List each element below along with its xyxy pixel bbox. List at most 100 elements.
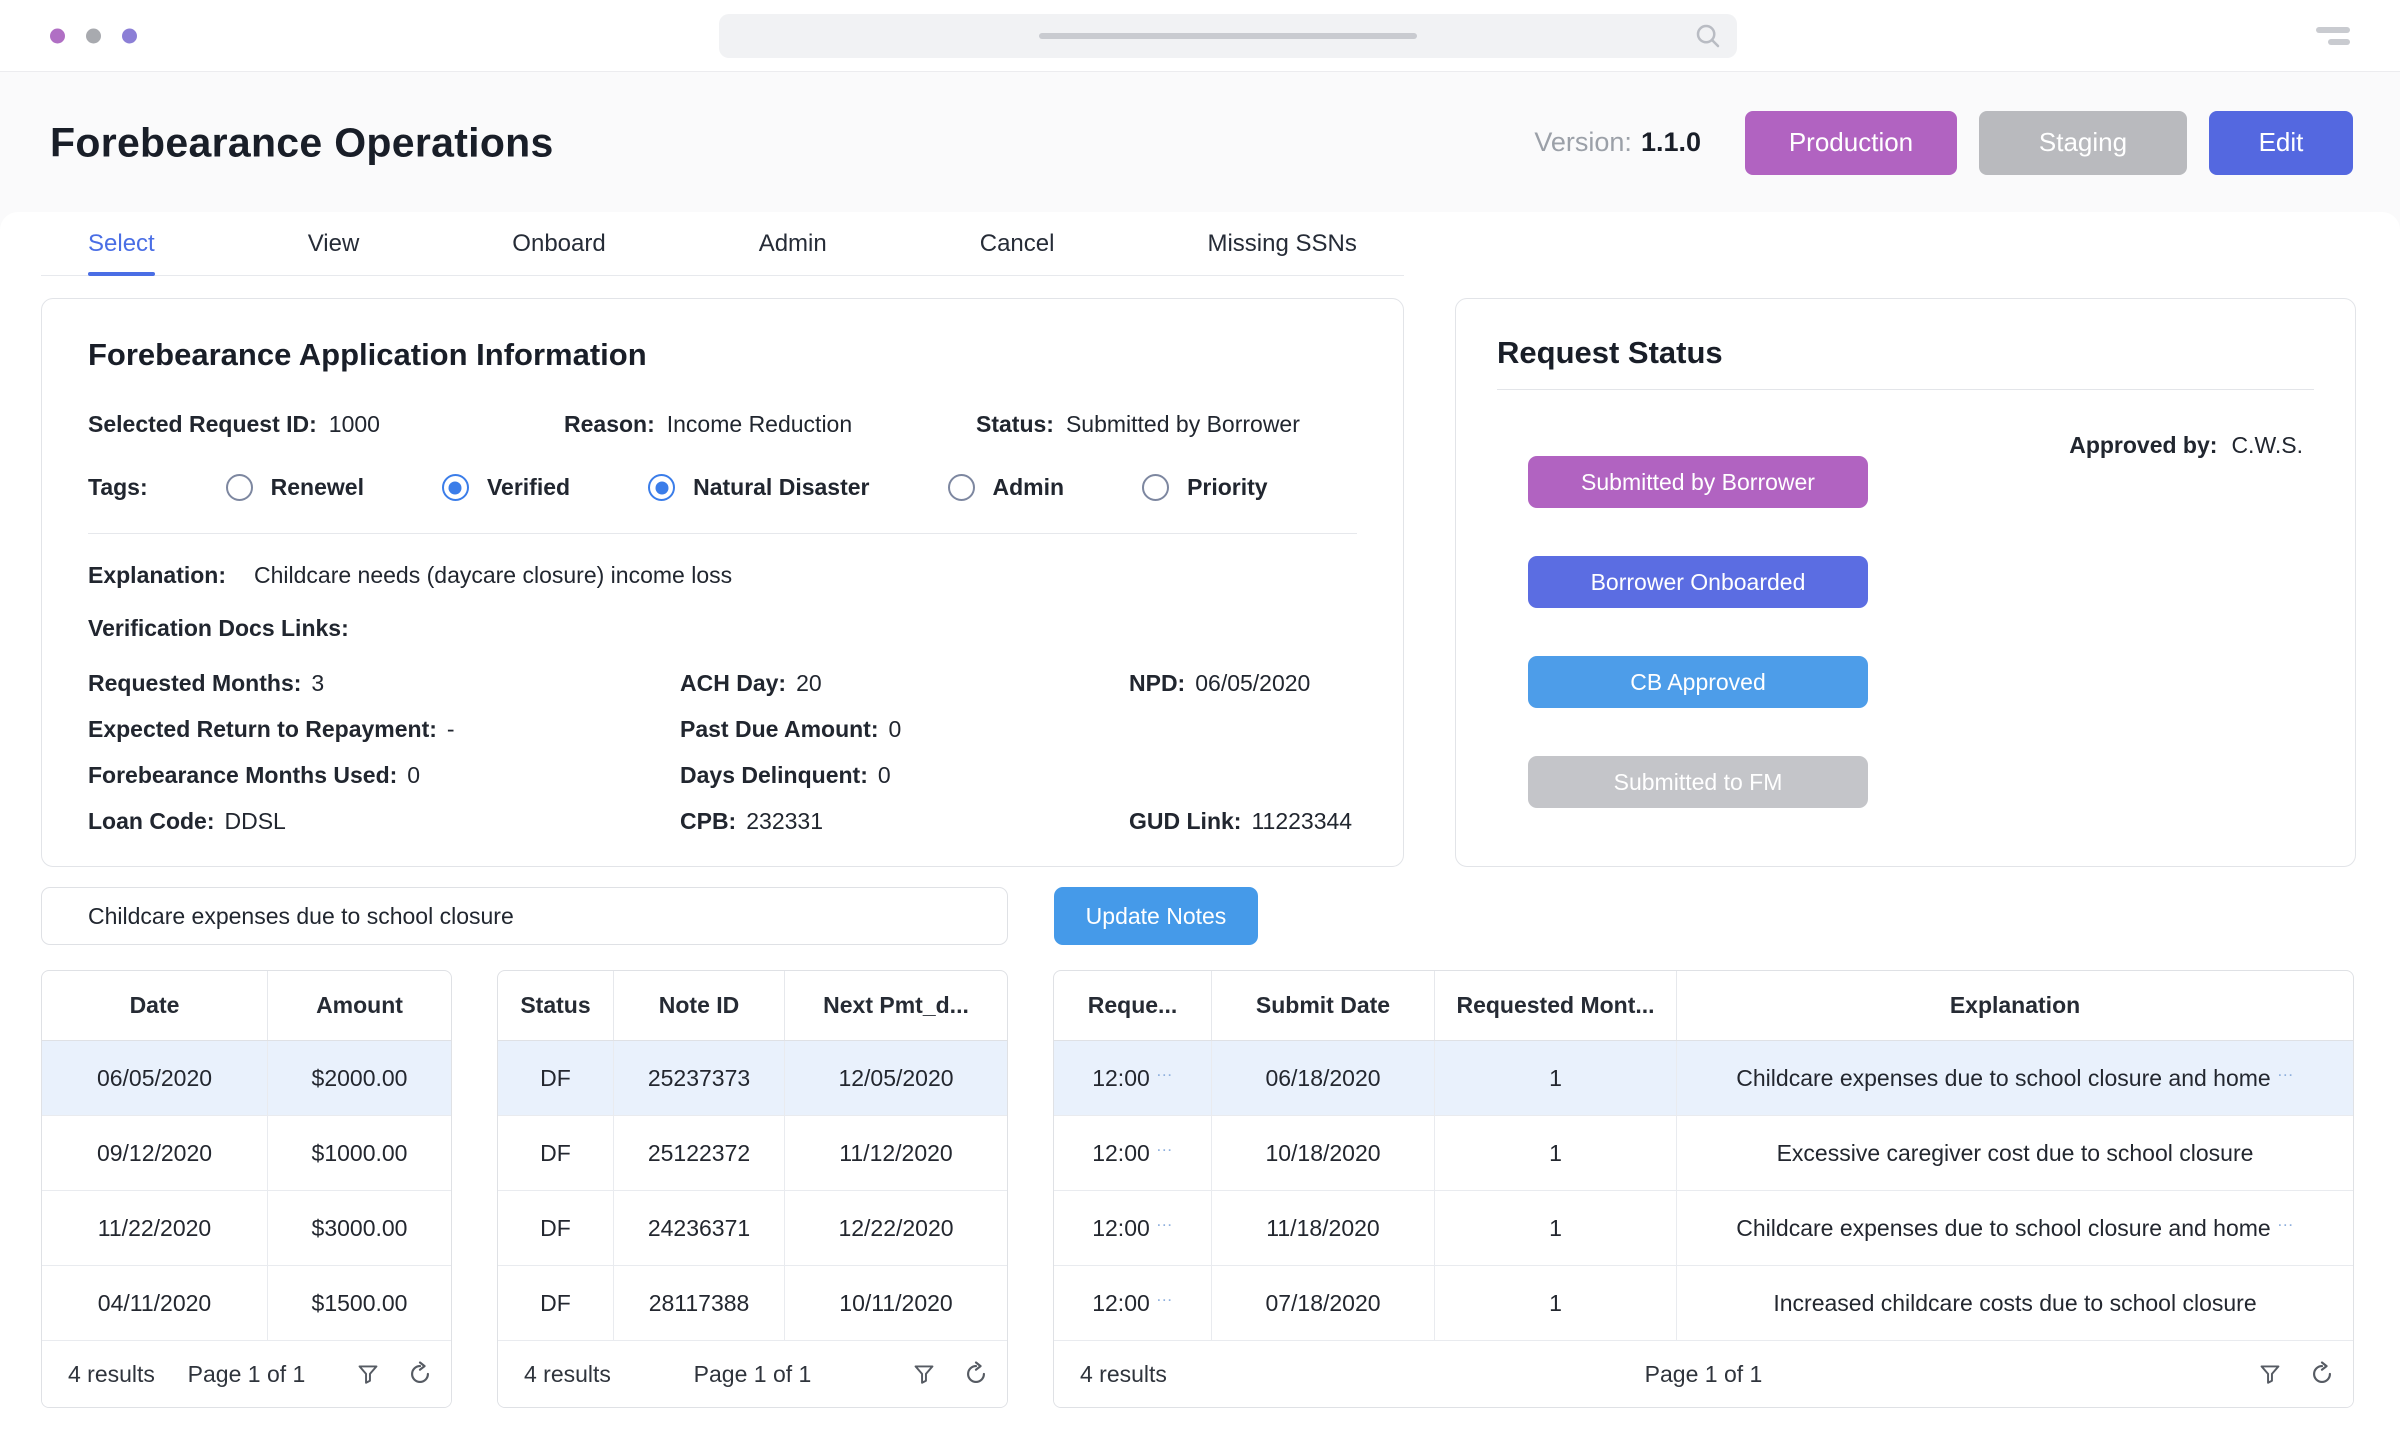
column-header-explanation[interactable]: Explanation	[1677, 971, 2353, 1040]
truncated-ellipsis: …	[1156, 1286, 1173, 1306]
tab-view[interactable]: View	[308, 212, 360, 275]
window-dot-1[interactable]	[50, 28, 65, 43]
verification-docs-links: Verification Docs Links:	[88, 615, 1357, 642]
refresh-icon[interactable]	[407, 1361, 433, 1387]
requested-months: Requested Months:3	[88, 660, 680, 706]
loan-code: Loan Code:DDSL	[88, 798, 680, 844]
notes-row: Update Notes	[41, 887, 1258, 945]
radio-natural-disaster[interactable]	[648, 474, 675, 501]
column-header-next-pmt[interactable]: Next Pmt_d...	[785, 971, 1007, 1040]
payments-table: Date Amount 06/05/2020 $2000.00 09/12/20…	[41, 970, 452, 1408]
truncated-ellipsis: …	[2277, 1211, 2294, 1231]
status-step-cb-approved[interactable]: CB Approved	[1528, 656, 1868, 708]
card-divider	[88, 533, 1357, 534]
table-row[interactable]: 12:00… 06/18/2020 1 Childcare expenses d…	[1054, 1041, 2353, 1116]
page-title: Forebearance Operations	[50, 119, 554, 166]
radio-renewel[interactable]	[226, 474, 253, 501]
table-row[interactable]: 12:00… 10/18/2020 1 Excessive caregiver …	[1054, 1116, 2353, 1191]
table-row[interactable]: DF 25237373 12/05/2020	[498, 1041, 1007, 1116]
column-header-amount[interactable]: Amount	[268, 971, 451, 1040]
edit-button[interactable]: Edit	[2209, 111, 2353, 175]
results-count: 4 results	[68, 1361, 155, 1388]
status-step-submitted-to-fm[interactable]: Submitted to FM	[1528, 756, 1868, 808]
table-row[interactable]: 12:00… 11/18/2020 1 Childcare expenses d…	[1054, 1191, 2353, 1266]
empty-cell	[1129, 706, 1357, 752]
column-header-date[interactable]: Date	[42, 971, 268, 1040]
tags-label: Tags:	[88, 474, 148, 501]
update-notes-button[interactable]: Update Notes	[1054, 887, 1258, 945]
table-row[interactable]: DF 28117388 10/11/2020	[498, 1266, 1007, 1341]
filter-icon[interactable]	[355, 1361, 381, 1387]
tab-onboard[interactable]: Onboard	[512, 212, 605, 275]
tag-natural-disaster[interactable]: Natural Disaster	[648, 474, 869, 501]
tab-bar: Select View Onboard Admin Cancel Missing…	[41, 212, 1404, 276]
status-step-submitted-by-borrower[interactable]: Submitted by Borrower	[1528, 456, 1868, 508]
radio-admin[interactable]	[948, 474, 975, 501]
table-row[interactable]: DF 24236371 12/22/2020	[498, 1191, 1007, 1266]
cpb: CPB:232331	[680, 798, 1129, 844]
header-actions: Version:1.1.0 Production Staging Edit	[1534, 111, 2353, 175]
version: Version:1.1.0	[1534, 127, 1701, 158]
column-header-note-id[interactable]: Note ID	[614, 971, 785, 1040]
table-row[interactable]: DF 25122372 11/12/2020	[498, 1116, 1007, 1191]
results-count: 4 results	[1080, 1361, 1167, 1388]
window-dot-3[interactable]	[122, 28, 137, 43]
tag-verified[interactable]: Verified	[442, 474, 570, 501]
column-header-request[interactable]: Reque...	[1054, 971, 1212, 1040]
tag-admin[interactable]: Admin	[948, 474, 1065, 501]
status-step-borrower-onboarded[interactable]: Borrower Onboarded	[1528, 556, 1868, 608]
staging-button[interactable]: Staging	[1979, 111, 2187, 175]
card-divider	[1497, 389, 2314, 390]
column-header-submit-date[interactable]: Submit Date	[1212, 971, 1435, 1040]
filter-icon[interactable]	[911, 1361, 937, 1387]
filter-icon[interactable]	[2257, 1361, 2283, 1387]
table-row[interactable]: 12:00… 07/18/2020 1 Increased childcare …	[1054, 1266, 2353, 1341]
radio-verified[interactable]	[442, 474, 469, 501]
window-chrome	[0, 0, 2400, 72]
radio-priority[interactable]	[1142, 474, 1169, 501]
window-controls	[50, 28, 137, 43]
tag-renewel[interactable]: Renewel	[226, 474, 364, 501]
ach-day: ACH Day:20	[680, 660, 1129, 706]
window-menu-icon[interactable]	[2316, 27, 2350, 45]
tags-row: Tags: Renewel Verified Natural Disaster	[88, 474, 1357, 501]
page-header: Forebearance Operations Version:1.1.0 Pr…	[0, 73, 2400, 212]
table-row[interactable]: 04/11/2020 $1500.00	[42, 1266, 451, 1341]
empty-cell	[1129, 752, 1357, 798]
table-footer: 4 results Page 1 of 1	[1054, 1341, 2353, 1407]
requests-table: Reque... Submit Date Requested Mont... E…	[1053, 970, 2354, 1408]
forebearance-application-card: Forebearance Application Information Sel…	[41, 298, 1404, 867]
version-value: 1.1.0	[1641, 127, 1701, 157]
tag-priority[interactable]: Priority	[1142, 474, 1268, 501]
search-input[interactable]	[719, 14, 1737, 58]
cards-row: Forebearance Application Information Sel…	[41, 298, 2356, 867]
reason: Reason:Income Reduction	[564, 411, 976, 438]
table-row[interactable]: 06/05/2020 $2000.00	[42, 1041, 451, 1116]
tab-select[interactable]: Select	[88, 212, 155, 275]
forebearance-months-used: Forebearance Months Used:0	[88, 752, 680, 798]
table-row[interactable]: 11/22/2020 $3000.00	[42, 1191, 451, 1266]
approved-by: Approved by:C.W.S.	[2069, 432, 2303, 459]
column-header-requested-months[interactable]: Requested Mont...	[1435, 971, 1677, 1040]
application-stats: Requested Months:3 ACH Day:20 NPD:06/05/…	[88, 660, 1357, 844]
status: Status:Submitted by Borrower	[976, 411, 1357, 438]
page-indicator: Page 1 of 1	[188, 1361, 306, 1388]
table-row[interactable]: 09/12/2020 $1000.00	[42, 1116, 451, 1191]
tables-row: Date Amount 06/05/2020 $2000.00 09/12/20…	[41, 970, 2354, 1408]
window-dot-2[interactable]	[86, 28, 101, 43]
tab-cancel[interactable]: Cancel	[980, 212, 1055, 275]
tab-admin[interactable]: Admin	[759, 212, 827, 275]
refresh-icon[interactable]	[963, 1361, 989, 1387]
past-due-amount: Past Due Amount:0	[680, 706, 1129, 752]
days-delinquent: Days Delinquent:0	[680, 752, 1129, 798]
status-steps: Submitted by Borrower Borrower Onboarded…	[1528, 456, 1868, 808]
truncated-ellipsis: …	[1156, 1136, 1173, 1156]
production-button[interactable]: Production	[1745, 111, 1957, 175]
page-indicator: Page 1 of 1	[694, 1361, 812, 1388]
application-summary-row: Selected Request ID:1000 Reason:Income R…	[88, 411, 1357, 438]
explanation: Explanation:Childcare needs (daycare clo…	[88, 562, 1357, 589]
refresh-icon[interactable]	[2309, 1361, 2335, 1387]
tab-missing-ssns[interactable]: Missing SSNs	[1207, 212, 1356, 275]
notes-input[interactable]	[41, 887, 1008, 945]
column-header-status[interactable]: Status	[498, 971, 614, 1040]
